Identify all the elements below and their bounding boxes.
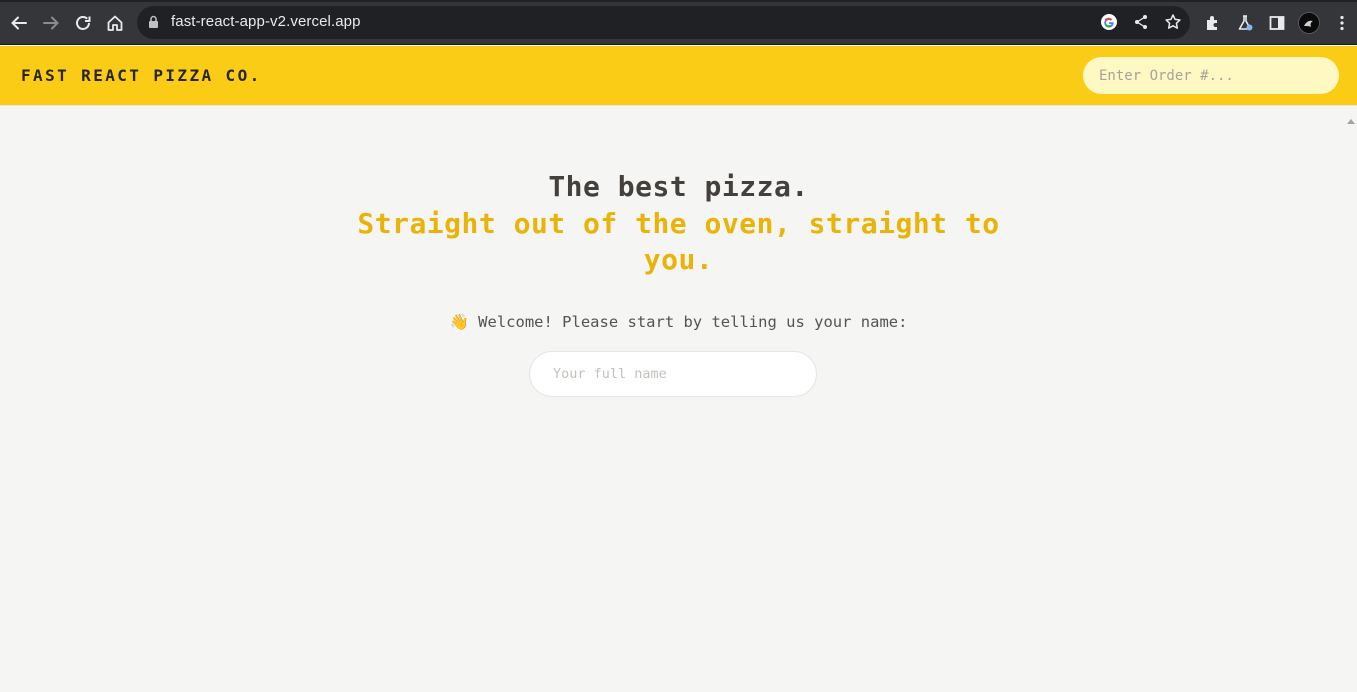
hero-subtitle: Straight out of the oven, straight to yo…: [357, 207, 1000, 276]
extensions-icon[interactable]: [1202, 12, 1224, 34]
reload-icon: [76, 16, 91, 30]
lock-icon[interactable]: [148, 15, 159, 34]
order-search-input[interactable]: [1083, 57, 1339, 94]
tab-strip: [0, 0, 1357, 2]
url-text[interactable]: fast-react-app-v2.vercel.app: [171, 13, 361, 30]
browser-toolbar: fast-react-app-v2.vercel.app: [0, 0, 1357, 45]
profile-avatar[interactable]: [1298, 12, 1320, 34]
side-panel-icon[interactable]: [1266, 12, 1288, 34]
menu-icon[interactable]: [1331, 12, 1353, 34]
back-button[interactable]: [6, 10, 32, 36]
brand-logo-link[interactable]: FAST REACT PIZZA CO.: [21, 66, 262, 85]
full-name-input[interactable]: [529, 351, 817, 397]
home-button[interactable]: [102, 10, 128, 36]
hero-heading: The best pizza. Straight out of the oven…: [0, 168, 1357, 278]
hero-title: The best pizza.: [548, 170, 809, 203]
reload-button[interactable]: [70, 10, 96, 36]
forward-button[interactable]: [38, 10, 64, 36]
back-icon: [11, 16, 27, 30]
google-icon[interactable]: [1099, 12, 1119, 32]
share-icon[interactable]: [1131, 12, 1151, 32]
welcome-message: 👋 Welcome! Please start by telling us yo…: [449, 313, 908, 331]
scrollbar-up-arrow[interactable]: [1347, 111, 1355, 129]
home-icon: [107, 15, 123, 31]
labs-icon[interactable]: [1234, 12, 1256, 34]
bookmark-star-icon[interactable]: [1163, 12, 1183, 32]
forward-icon: [43, 16, 59, 30]
